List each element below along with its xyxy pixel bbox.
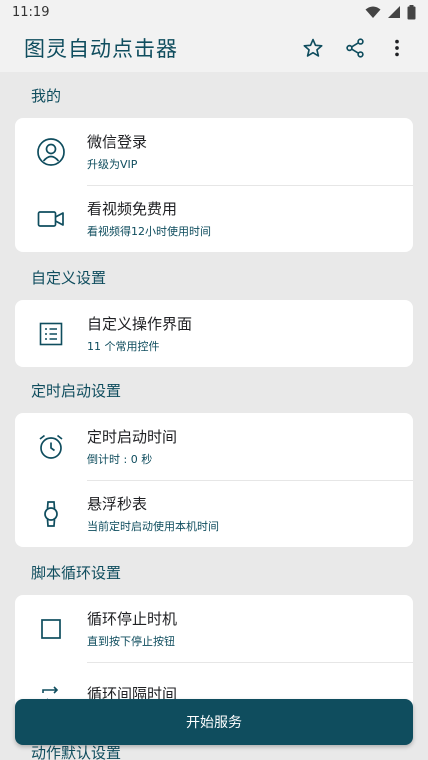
list-icon — [39, 322, 63, 345]
video-camera-icon — [37, 210, 64, 227]
start-service-button[interactable]: 开始服务 — [15, 699, 413, 745]
item-title: 看视频免费用 — [87, 200, 178, 218]
loop-stop-item[interactable]: 循环停止时机 直到按下停止按钮 — [15, 595, 413, 662]
square-icon — [41, 618, 61, 639]
watch-icon — [44, 500, 58, 527]
item-subtitle: 当前定时启动使用本机时间 — [87, 520, 219, 533]
floating-stopwatch-item[interactable]: 悬浮秒表 当前定时启动使用本机时间 — [15, 480, 413, 547]
section-header-loop: 脚本循环设置 — [31, 563, 122, 582]
item-subtitle: 11 个常用控件 — [87, 340, 160, 353]
timed-start-item[interactable]: 定时启动时间 倒计时 : 0 秒 — [15, 413, 413, 480]
settings-list[interactable]: 我的 微信登录 升级为VIP 看视频免费用 看视频得12小时使用时间 自定义设置 — [0, 72, 428, 760]
battery-icon — [407, 4, 416, 19]
app-bar: 图灵自动点击器 — [0, 24, 428, 72]
item-subtitle: 倒计时 : 0 秒 — [87, 453, 153, 466]
wifi-icon — [365, 6, 381, 18]
signal-icon — [388, 6, 400, 18]
item-subtitle: 直到按下停止按钮 — [87, 635, 175, 648]
item-title: 定时启动时间 — [87, 428, 178, 446]
status-time: 11:19 — [12, 4, 50, 20]
favorite-button[interactable] — [292, 27, 334, 69]
share-button[interactable] — [334, 27, 376, 69]
item-title: 微信登录 — [87, 133, 148, 151]
custom-ui-item[interactable]: 自定义操作界面 11 个常用控件 — [15, 300, 413, 367]
user-circle-icon — [37, 137, 65, 166]
item-subtitle: 看视频得12小时使用时间 — [87, 225, 211, 238]
watch-video-item[interactable]: 看视频免费用 看视频得12小时使用时间 — [15, 185, 413, 252]
item-title: 自定义操作界面 — [87, 315, 193, 333]
share-icon — [346, 38, 364, 58]
card-mine: 微信登录 升级为VIP 看视频免费用 看视频得12小时使用时间 — [15, 118, 413, 252]
star-icon — [303, 38, 323, 57]
status-icons — [365, 4, 416, 20]
item-title: 循环停止时机 — [87, 610, 178, 628]
more-vert-icon — [395, 39, 399, 57]
wechat-login-item[interactable]: 微信登录 升级为VIP — [15, 118, 413, 185]
section-header-timer: 定时启动设置 — [31, 381, 122, 400]
app-actions — [292, 27, 418, 69]
section-header-mine: 我的 — [31, 86, 62, 105]
section-header-custom: 自定义设置 — [31, 268, 107, 287]
status-bar: 11:19 — [0, 0, 428, 24]
app-title: 图灵自动点击器 — [24, 37, 178, 61]
item-title: 悬浮秒表 — [87, 495, 148, 513]
card-custom: 自定义操作界面 11 个常用控件 — [15, 300, 413, 367]
card-timer: 定时启动时间 倒计时 : 0 秒 悬浮秒表 当前定时启动使用本机时间 — [15, 413, 413, 547]
alarm-clock-icon — [39, 434, 63, 459]
more-options-button[interactable] — [376, 27, 418, 69]
item-subtitle: 升级为VIP — [87, 158, 138, 171]
